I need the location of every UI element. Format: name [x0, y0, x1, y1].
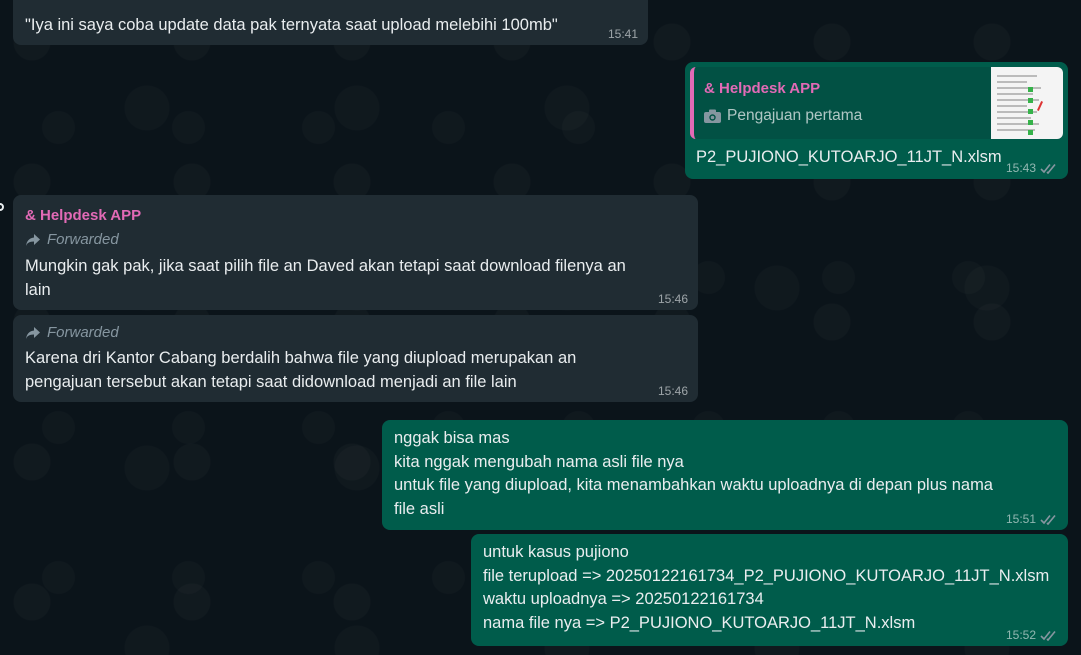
- message-bubble-outgoing[interactable]: & Helpdesk APP Pengajuan pertama P2_PUJI…: [685, 62, 1068, 179]
- forwarded-label: Forwarded: [25, 231, 119, 248]
- message-bubble-outgoing[interactable]: nggak bisa mas kita nggak mengubah nama …: [382, 420, 1068, 530]
- message-bubble-outgoing[interactable]: untuk kasus pujiono file terupload => 20…: [471, 534, 1068, 646]
- message-bubble-incoming[interactable]: "Iya ini saya coba update data pak terny…: [13, 0, 648, 45]
- timestamp: 15:46: [657, 292, 688, 306]
- message-bubble-incoming[interactable]: Forwarded Karena dri Kantor Cabang berda…: [13, 315, 698, 402]
- forward-arrow-icon: [26, 233, 40, 246]
- quoted-text-line: Pengajuan pertama: [704, 107, 862, 125]
- message-text: "Iya ini saya coba update data pak terny…: [25, 16, 558, 34]
- message-time: 15:41: [608, 27, 638, 41]
- quoted-text: Pengajuan pertama: [727, 107, 863, 124]
- sender-name[interactable]: & Helpdesk APP: [25, 207, 141, 224]
- timestamp: 15:46: [657, 384, 688, 398]
- timestamp: 15:52: [1005, 628, 1036, 642]
- message-time: 15:52: [1006, 628, 1058, 642]
- forwarded-text: Forwarded: [47, 324, 119, 341]
- message-text: Mungkin gak pak, jika saat pilih file an…: [25, 257, 626, 299]
- timestamp: 15:51: [1005, 512, 1036, 526]
- message-text: nggak bisa mas kita nggak mengubah nama …: [394, 429, 993, 518]
- double-check-icon: [1040, 630, 1056, 641]
- message-time: 15:43: [1006, 161, 1058, 175]
- message-text: untuk kasus pujiono file terupload => 20…: [483, 543, 1050, 632]
- message-text: Karena dri Kantor Cabang berdalih bahwa …: [25, 349, 577, 391]
- double-check-icon: [1040, 163, 1056, 174]
- message-time: 15:51: [1006, 512, 1058, 526]
- camera-icon: [704, 109, 721, 123]
- message-time: 15:46: [658, 384, 688, 398]
- message-bubble-incoming[interactable]: & Helpdesk APP Forwarded Mungkin gak pak…: [13, 195, 698, 310]
- message-text: P2_PUJIONO_KUTOARJO_11JT_N.xlsm: [696, 148, 1002, 166]
- message-time: 15:46: [658, 292, 688, 306]
- quoted-image-thumbnail: [991, 67, 1063, 139]
- timestamp: 15:43: [1005, 161, 1036, 175]
- unread-indicator-dot: [0, 203, 4, 211]
- quoted-message[interactable]: & Helpdesk APP Pengajuan pertama: [690, 67, 1063, 139]
- forwarded-label: Forwarded: [25, 324, 119, 341]
- timestamp: 15:41: [607, 27, 638, 41]
- forward-arrow-icon: [26, 326, 40, 339]
- forwarded-text: Forwarded: [47, 231, 119, 248]
- quoted-sender: & Helpdesk APP: [704, 80, 821, 97]
- double-check-icon: [1040, 514, 1056, 525]
